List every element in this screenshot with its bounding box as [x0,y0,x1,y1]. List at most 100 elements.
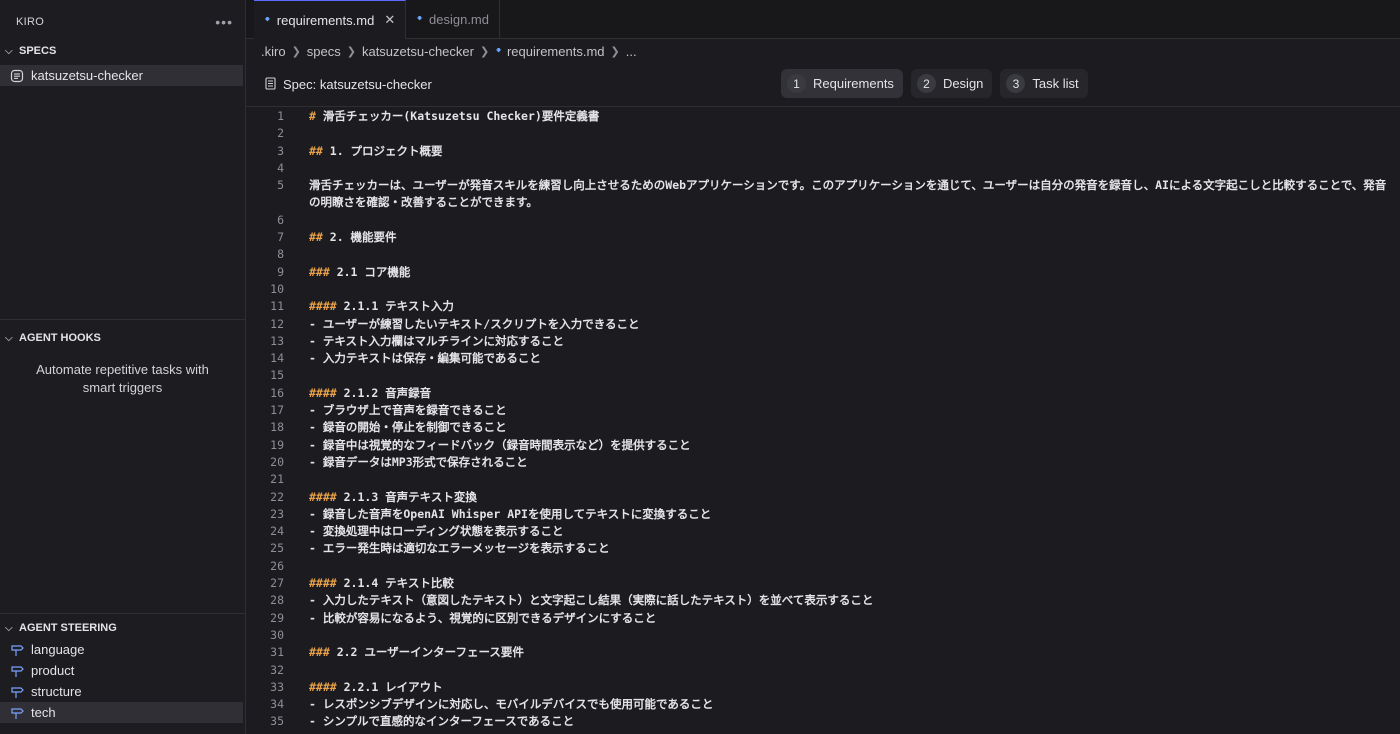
line-number: 18 [270,420,284,435]
code-editor[interactable]: 1 # 滑舌チェッカー(Katsuzetsu Checker)要件定義書 2 3 ## … [246,108,1400,734]
line-text: - ユーザーが練習したいテキスト/スクリプトを入力できること [309,316,640,331]
steering-item-structure[interactable]: structure [0,681,245,702]
line-content: - ブラウザ上で音声を録音できること [284,402,1394,419]
close-icon[interactable]: ✕ [384,12,395,28]
line-content: - 変換処理中はローディング状態を表示すること [284,523,1394,540]
line-number: 34 [270,697,284,712]
line-content: #### 2.1.4 テキスト比較 [284,575,1394,592]
line-text: - 録音した音声をOpenAI Whisper APIを使用してテキストに変換す… [309,506,712,521]
editor-line[interactable]: 16 #### 2.1.2 音声録音 [246,385,1400,402]
step-task-list[interactable]: 3 Task list [1000,69,1088,98]
breadcrumb-item[interactable]: .kiro [261,44,286,59]
agent-steering-header[interactable]: ⌵ AGENT STEERING [0,617,245,639]
markdown-file-icon: 🠻 [264,13,271,26]
line-content [284,627,1394,644]
line-content [284,662,1394,679]
steering-item-language[interactable]: language [0,639,245,660]
line-content: - テキスト入力欄はマルチラインに対応すること [284,333,1394,350]
editor-line[interactable]: 12 - ユーザーが練習したいテキスト/スクリプトを入力できること [246,316,1400,333]
line-content [284,160,1394,177]
document-icon [265,76,276,93]
line-number: 29 [270,610,284,625]
editor-line[interactable]: 30 [246,627,1400,644]
editor-line[interactable]: 31 ### 2.2 ユーザーインターフェース要件 [246,644,1400,661]
line-text: 2.1.4 テキスト比較 [336,576,454,591]
tab-bar: 🠻 requirements.md ✕ 🠻 design.md [246,0,1400,39]
editor-line[interactable]: 28 - 入力したテキスト（意図したテキスト）と文字起こし結果（実際に話したテキス… [246,592,1400,609]
spec-steps: 1 Requirements 2 Design 3 Task list [781,69,1088,98]
breadcrumb-item[interactable]: katsuzetsu-checker [362,44,474,59]
spec-item-label: katsuzetsu-checker [31,68,143,83]
line-number: 15 [270,368,284,383]
line-text: 2.1.2 音声録音 [336,385,432,400]
editor-line[interactable]: 13 - テキスト入力欄はマルチラインに対応すること [246,333,1400,350]
spec-header-bar: Spec: katsuzetsu-checker 1 Requirements … [246,63,1400,107]
editor-line[interactable]: 24 - 変換処理中はローディング状態を表示すること [246,523,1400,540]
editor-line[interactable]: 33 #### 2.2.1 レイアウト [246,679,1400,696]
tab-requirements-md[interactable]: 🠻 requirements.md ✕ [254,0,407,39]
steering-item-label: language [31,642,85,657]
more-actions-icon[interactable]: ••• [215,14,233,30]
line-content: - 録音中は視覚的なフィードバック（録音時間表示など）を提供すること [284,437,1394,454]
editor-line[interactable]: 11 #### 2.1.1 テキスト入力 [246,298,1400,315]
line-text: 2.2 ユーザーインターフェース要件 [329,645,524,660]
editor-line[interactable]: 4 [246,160,1400,177]
step-design[interactable]: 2 Design [910,69,993,98]
breadcrumb-item[interactable]: specs [307,44,341,59]
editor-line[interactable]: 15 [246,367,1400,384]
editor-line[interactable]: 18 - 録音の開始・停止を制御できること [246,419,1400,436]
editor-line[interactable]: 19 - 録音中は視覚的なフィードバック（録音時間表示など）を提供すること [246,437,1400,454]
step-number: 2 [916,74,936,93]
editor-line[interactable]: 10 [246,281,1400,298]
editor-line[interactable]: 9 ### 2.1 コア機能 [246,264,1400,281]
editor-line[interactable]: 34 - レスポンシブデザインに対応し、モバイルデバイスでも使用可能であること [246,696,1400,713]
editor-line[interactable]: 2 [246,125,1400,142]
line-number: 32 [270,662,284,677]
signpost-icon [10,685,24,699]
editor-line[interactable]: 29 - 比較が容易になるよう、視覚的に区別できるデザインにすること [246,610,1400,627]
editor-line[interactable]: 26 [246,558,1400,575]
spec-item-katsuzetsu-checker[interactable]: katsuzetsu-checker [0,65,243,86]
spec-title-text: Spec: katsuzetsu-checker [283,77,432,92]
step-requirements[interactable]: 1 Requirements [781,69,903,98]
chevron-right-icon: ❯ [291,45,301,58]
editor-line[interactable]: 23 - 録音した音声をOpenAI Whisper APIを使用してテキストに変… [246,506,1400,523]
breadcrumb-item[interactable]: requirements.md [507,44,605,59]
step-label: Design [942,76,984,91]
editor-line[interactable]: 6 [246,212,1400,229]
editor-line[interactable]: 8 [246,246,1400,263]
tab-design-md[interactable]: 🠻 design.md [406,0,500,38]
editor-line[interactable]: 5 滑舌チェッカーは、ユーザーが発音スキルを練習し向上させるためのWebアプリケー… [246,177,1400,212]
line-text: 2.1.3 音声テキスト変換 [336,489,477,504]
tab-label: design.md [429,11,489,27]
steering-item-tech[interactable]: tech [0,702,243,723]
editor-line[interactable]: 1 # 滑舌チェッカー(Katsuzetsu Checker)要件定義書 [246,108,1400,125]
agent-hooks-header[interactable]: ⌵ AGENT HOOKS [0,327,245,349]
editor-line[interactable]: 14 - 入力テキストは保存・編集可能であること [246,350,1400,367]
editor-line[interactable]: 25 - エラー発生時は適切なエラーメッセージを表示すること [246,540,1400,557]
editor-line[interactable]: 3 ## 1. プロジェクト概要 [246,143,1400,160]
editor-line[interactable]: 20 - 録音データはMP3形式で保存されること [246,454,1400,471]
breadcrumb-item[interactable]: ... [626,44,637,59]
chevron-down-icon: ⌵ [5,332,13,344]
line-number: 11 [270,299,284,314]
specs-section: ⌵ SPECS katsuzetsu-checker [0,40,245,86]
editor-line[interactable]: 17 - ブラウザ上で音声を録音できること [246,402,1400,419]
steering-item-product[interactable]: product [0,660,245,681]
editor-line[interactable]: 32 [246,662,1400,679]
chevron-right-icon: ❯ [346,45,356,58]
line-content [284,558,1394,575]
line-content [284,125,1394,142]
line-content: - 録音の開始・停止を制御できること [284,419,1394,436]
line-content: - 入力したテキスト（意図したテキスト）と文字起こし結果（実際に話したテキスト）… [284,592,1394,609]
editor-line[interactable]: 21 [246,471,1400,488]
specs-section-header[interactable]: ⌵ SPECS [0,40,245,62]
line-text: - 録音中は視覚的なフィードバック（録音時間表示など）を提供すること [309,437,691,452]
editor-line[interactable]: 22 #### 2.1.3 音声テキスト変換 [246,489,1400,506]
editor-line[interactable]: 35 - シンプルで直感的なインターフェースであること [246,713,1400,730]
signpost-icon [10,706,24,720]
heading-marker: ## [309,230,323,245]
editor-line[interactable]: 27 #### 2.1.4 テキスト比較 [246,575,1400,592]
editor-line[interactable]: 7 ## 2. 機能要件 [246,229,1400,246]
line-content: - ユーザーが練習したいテキスト/スクリプトを入力できること [284,316,1394,333]
